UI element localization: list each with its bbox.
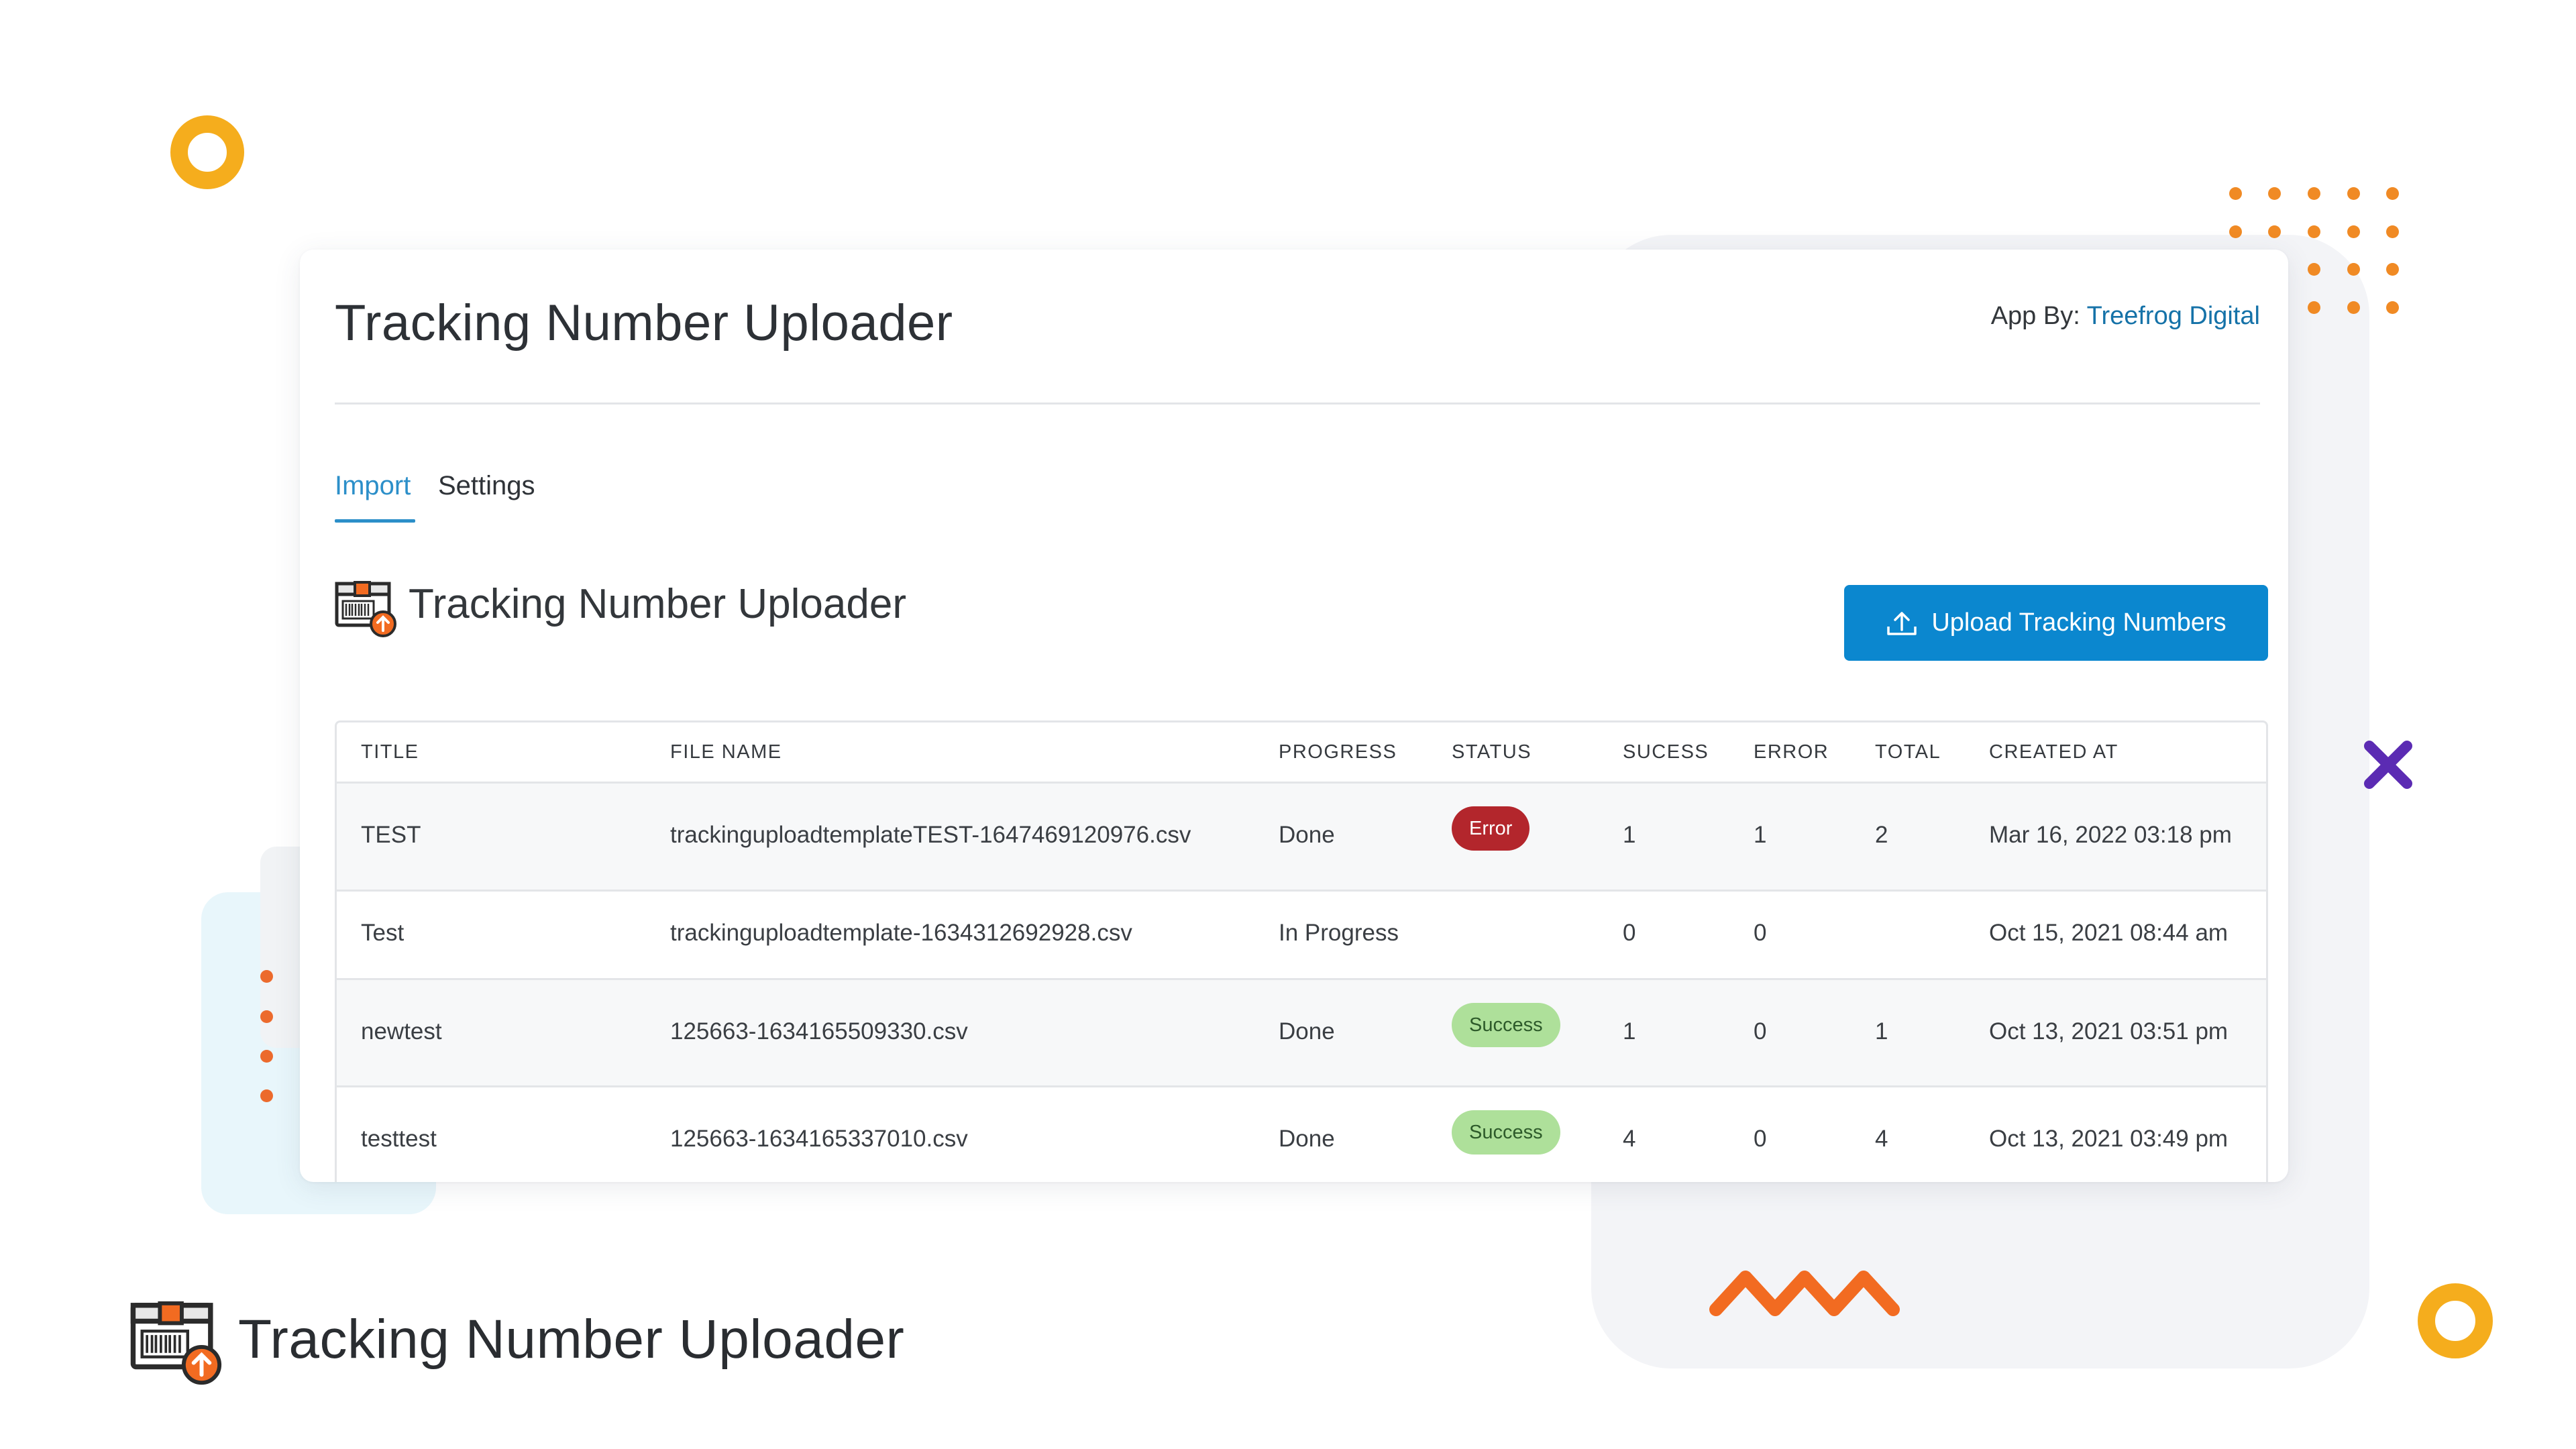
tab-settings[interactable]: Settings — [438, 471, 535, 501]
decorative-zigzag — [1709, 1271, 1900, 1316]
cell-title: testtest — [361, 1126, 437, 1152]
package-upload-icon — [130, 1301, 222, 1385]
table-row[interactable]: Test trackinguploadtemplate-163431269292… — [337, 892, 2266, 980]
cell-progress: In Progress — [1279, 920, 1399, 946]
cell-total: 1 — [1875, 1018, 1888, 1044]
cell-total: 4 — [1875, 1126, 1888, 1152]
column-header-success[interactable]: SUCESS — [1623, 741, 1709, 763]
uploads-table: TITLE FILE NAME PROGRESS STATUS SUCESS E… — [335, 720, 2268, 1182]
table-row[interactable]: testtest 125663-1634165337010.csv Done S… — [337, 1087, 2266, 1182]
header-divider — [335, 402, 2260, 405]
cell-success: 1 — [1623, 822, 1636, 848]
table-row[interactable]: TEST trackinguploadtemplateTEST-16474691… — [337, 784, 2266, 892]
cell-total: 2 — [1875, 822, 1888, 848]
cell-title: Test — [361, 920, 405, 946]
app-author: App By: Treefrog Digital — [1991, 302, 2260, 331]
active-tab-indicator — [335, 519, 415, 523]
upload-icon — [1887, 611, 1917, 635]
upload-tracking-numbers-button[interactable]: Upload Tracking Numbers — [1844, 585, 2268, 661]
tab-import[interactable]: Import — [335, 471, 411, 501]
cell-file-name: trackinguploadtemplateTEST-1647469120976… — [670, 822, 1191, 848]
cell-error: 0 — [1754, 1126, 1767, 1152]
table-row[interactable]: newtest 125663-1634165509330.csv Done Su… — [337, 980, 2266, 1087]
column-header-total[interactable]: TOTAL — [1875, 741, 1941, 763]
author-link[interactable]: Treefrog Digital — [2087, 302, 2260, 330]
app-title: Tracking Number Uploader — [335, 294, 953, 352]
column-header-progress[interactable]: PROGRESS — [1279, 741, 1397, 763]
column-header-status[interactable]: STATUS — [1452, 741, 1532, 763]
status-badge-success: Success — [1452, 1110, 1560, 1155]
cell-error: 0 — [1754, 1018, 1767, 1044]
decorative-ring-bottom-right — [2418, 1283, 2493, 1358]
cell-created-at: Oct 15, 2021 08:44 am — [1989, 920, 2229, 946]
cell-progress: Done — [1279, 1018, 1335, 1044]
cell-error: 0 — [1754, 920, 1767, 946]
cell-error: 1 — [1754, 822, 1767, 848]
cell-created-at: Oct 13, 2021 03:51 pm — [1989, 1018, 2229, 1044]
cell-success: 0 — [1623, 920, 1636, 946]
decorative-ring-top-left — [170, 115, 244, 189]
cell-title: TEST — [361, 822, 421, 848]
column-header-file-name[interactable]: FILE NAME — [670, 741, 782, 763]
cell-progress: Done — [1279, 822, 1335, 848]
app-by-label: App By: — [1990, 302, 2080, 330]
section-title: Tracking Number Uploader — [409, 581, 907, 627]
app-card: Tracking Number Uploader App By: Treefro… — [300, 250, 2288, 1182]
status-badge-success: Success — [1452, 1003, 1560, 1047]
cell-progress: Done — [1279, 1126, 1335, 1152]
column-header-error[interactable]: ERROR — [1754, 741, 1829, 763]
status-badge-error: Error — [1452, 806, 1530, 851]
cell-file-name: 125663-1634165509330.csv — [670, 1018, 968, 1044]
footer-title: Tracking Number Uploader — [238, 1309, 905, 1370]
cell-file-name: trackinguploadtemplate-1634312692928.csv — [670, 920, 1132, 946]
upload-button-label: Upload Tracking Numbers — [1931, 608, 2226, 637]
package-upload-icon — [335, 581, 396, 637]
decorative-cross-icon — [2364, 741, 2412, 789]
cell-created-at: Mar 16, 2022 03:18 pm — [1989, 822, 2232, 848]
cell-title: newtest — [361, 1018, 442, 1044]
cell-success: 4 — [1623, 1126, 1636, 1152]
cell-file-name: 125663-1634165337010.csv — [670, 1126, 968, 1152]
cell-success: 1 — [1623, 1018, 1636, 1044]
cell-created-at: Oct 13, 2021 03:49 pm — [1989, 1126, 2229, 1152]
column-header-title[interactable]: TITLE — [361, 741, 419, 763]
column-header-created-at[interactable]: CREATED AT — [1989, 741, 2118, 763]
